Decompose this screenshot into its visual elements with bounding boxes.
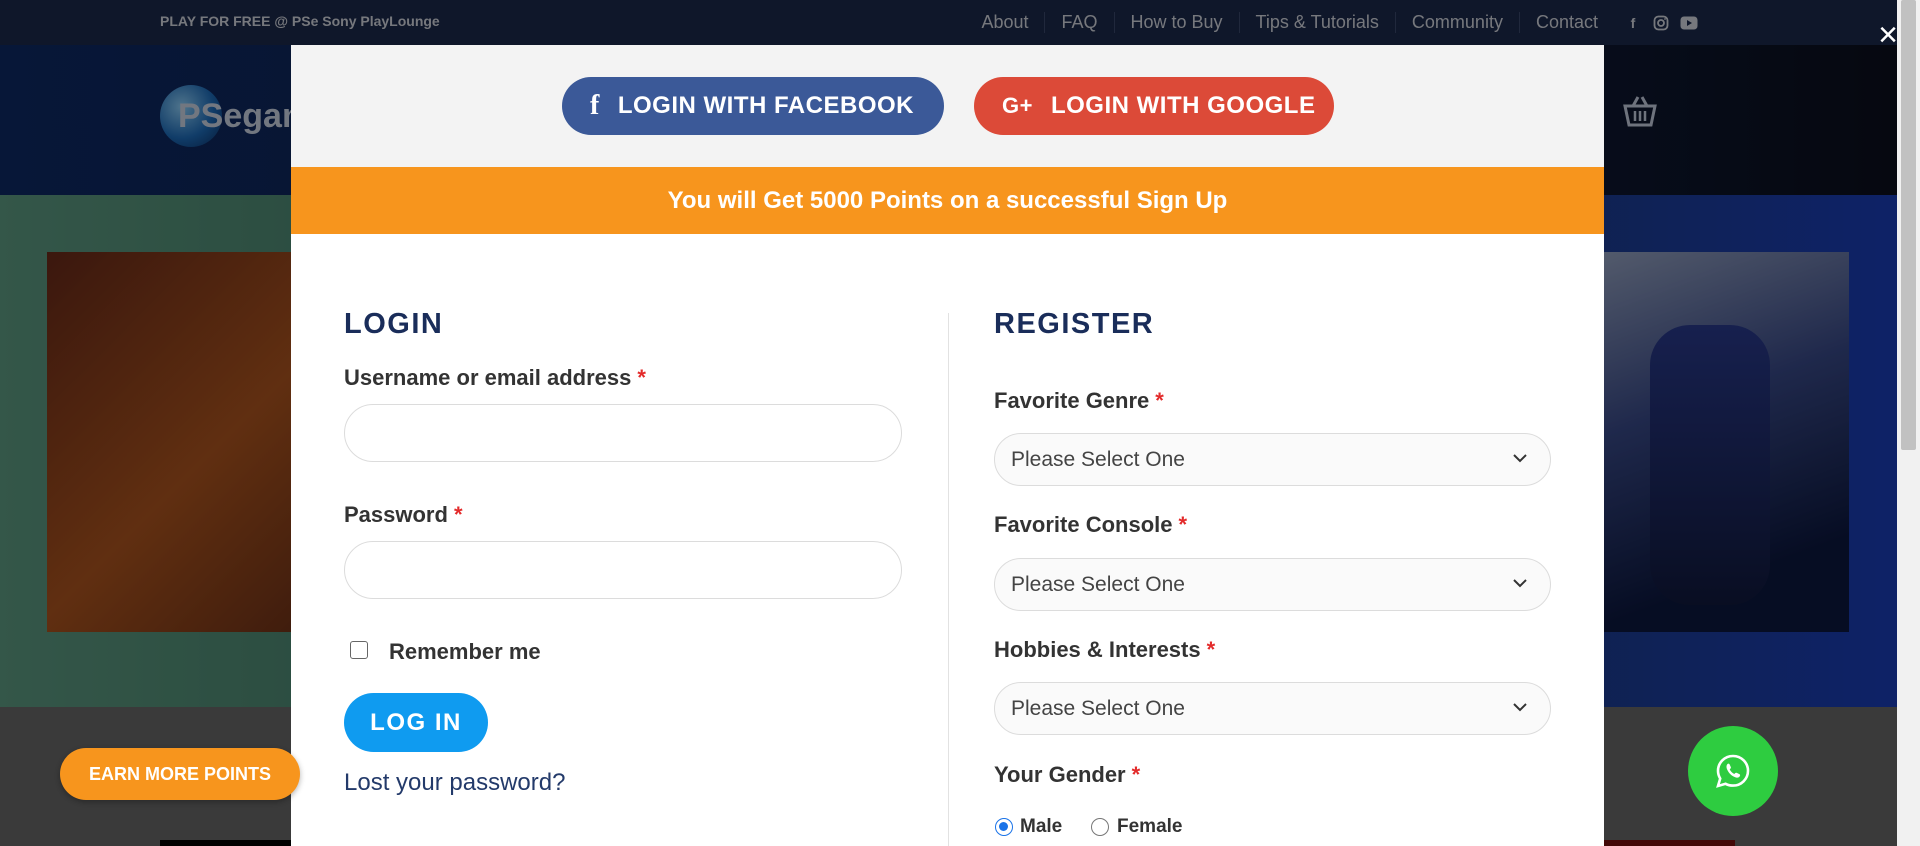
chevron-down-icon xyxy=(1513,579,1527,588)
hobbies-select[interactable]: Please Select One xyxy=(994,682,1551,735)
whatsapp-icon xyxy=(1716,754,1750,788)
register-title: REGISTER xyxy=(994,308,1155,340)
gender-male-label: Male xyxy=(1020,816,1063,837)
login-with-google-button[interactable]: G+ LOGIN WITH GOOGLE xyxy=(974,77,1334,135)
favorite-genre-label: Favorite Genre * xyxy=(994,388,1164,413)
favorite-console-label: Favorite Console * xyxy=(994,512,1188,537)
remember-me-label: Remember me xyxy=(389,639,541,664)
whatsapp-button[interactable] xyxy=(1688,726,1778,816)
login-with-facebook-button[interactable]: f LOGIN WITH FACEBOOK xyxy=(562,77,944,135)
scrollbar-thumb[interactable] xyxy=(1901,0,1916,450)
hobbies-label: Hobbies & Interests * xyxy=(994,637,1216,662)
gender-female-label: Female xyxy=(1117,816,1183,837)
password-input[interactable] xyxy=(344,541,902,599)
signup-points-banner: You will Get 5000 Points on a successful… xyxy=(291,167,1604,234)
gender-label: Your Gender * xyxy=(994,762,1141,787)
favorite-genre-select[interactable]: Please Select One xyxy=(994,433,1551,486)
login-register-modal: f LOGIN WITH FACEBOOK G+ LOGIN WITH GOOG… xyxy=(291,45,1604,846)
page-scrollbar[interactable] xyxy=(1897,0,1920,846)
lost-password-link[interactable]: Lost your password? xyxy=(344,769,565,797)
earn-more-points-button[interactable]: EARN MORE POINTS xyxy=(60,748,300,800)
google-plus-icon: G+ xyxy=(1002,93,1033,118)
log-in-button[interactable]: LOG IN xyxy=(344,693,488,752)
username-input[interactable] xyxy=(344,404,902,462)
remember-me-checkbox[interactable] xyxy=(350,641,368,659)
favorite-console-select[interactable]: Please Select One xyxy=(994,558,1551,611)
username-label: Username or email address * xyxy=(344,365,646,390)
gender-female-radio[interactable] xyxy=(1091,818,1109,836)
gender-male-radio[interactable] xyxy=(995,818,1013,836)
social-login-bar: f LOGIN WITH FACEBOOK G+ LOGIN WITH GOOG… xyxy=(291,45,1604,167)
login-title: LOGIN xyxy=(344,308,444,340)
chevron-down-icon xyxy=(1513,454,1527,463)
column-divider xyxy=(948,313,949,846)
facebook-icon: f xyxy=(590,90,600,121)
chevron-down-icon xyxy=(1513,703,1527,712)
password-label: Password * xyxy=(344,502,463,527)
